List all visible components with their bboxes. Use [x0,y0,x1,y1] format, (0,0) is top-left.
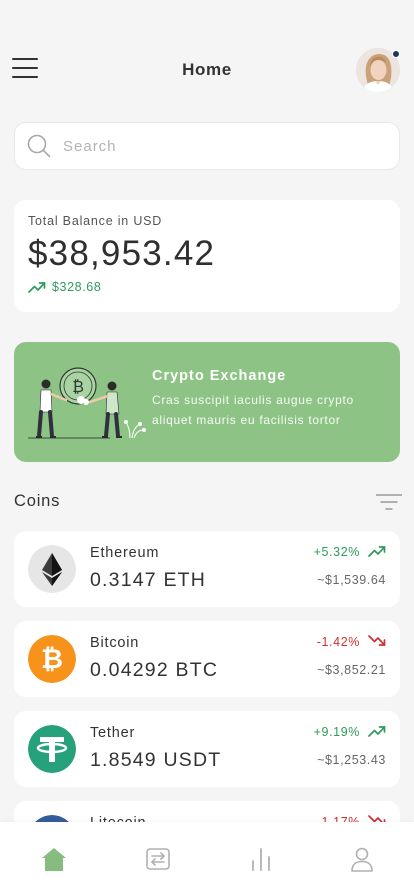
coin-amount: 0.04292 BTC [90,659,219,681]
header: Home [0,46,414,94]
search-input[interactable] [63,137,363,155]
section-title: Coins [14,492,61,510]
coin-card-ethereum[interactable]: Ethereum 0.3147 ETH +5.32% ~$1,539.64 [14,531,400,607]
tab-profile[interactable] [347,844,377,874]
crypto-exchange-banner[interactable]: ₿ Crypto Exchange Cras suscipit iaculis … [14,342,400,462]
profile-icon [351,847,373,872]
exchange-icon [146,848,170,870]
balance-change-value: $328.68 [52,280,102,294]
balance-label: Total Balance in USD [28,214,163,228]
tab-exchange[interactable] [143,844,173,874]
coin-card-bitcoin[interactable]: ₿ Bitcoin 0.04292 BTC -1.42% ~$3,852.21 [14,621,400,697]
page-title: Home [182,60,232,79]
svg-text:₿: ₿ [72,377,84,396]
banner-description: Cras suscipit iaculis augue crypto aliqu… [152,393,354,427]
notification-dot [392,50,400,58]
coin-usd-value: ~$1,253.43 [317,753,386,767]
tether-icon [28,725,76,773]
svg-text:₿: ₿ [41,644,63,675]
ethereum-icon [28,545,76,593]
banner-text: Crypto Exchange Cras suscipit iaculis au… [152,368,388,430]
coin-change: +5.32% [313,545,360,559]
coin-usd-value: ~$3,852.21 [317,663,386,677]
coin-name: Tether [90,725,136,741]
trend-down-icon [368,635,386,646]
tab-home[interactable] [39,844,69,874]
coin-amount: 0.3147 ETH [90,569,207,591]
trend-up-icon [28,282,46,293]
coin-change: -1.42% [316,635,360,649]
coin-name: Bitcoin [90,635,140,651]
trend-up-icon [368,726,386,737]
banner-title: Crypto Exchange [152,368,287,384]
chart-icon [252,848,270,871]
search-icon [27,134,51,158]
bottom-tab-bar [0,822,414,896]
balance-change: $328.68 [28,280,386,294]
coins-section-header: Coins [14,490,403,514]
home-icon [42,848,66,871]
balance-value: $38,953.42 [28,234,216,273]
trend-up-icon [368,546,386,557]
coin-amount: 1.8549 USDT [90,749,222,771]
coin-change: +9.19% [313,725,360,739]
coin-card-tether[interactable]: Tether 1.8549 USDT +9.19% ~$1,253.43 [14,711,400,787]
tab-statistics[interactable] [246,844,276,874]
balance-card: Total Balance in USD $38,953.42 $328.68 [14,200,400,312]
coin-name: Ethereum [90,545,160,561]
search-bar[interactable] [14,122,400,170]
bitcoin-icon: ₿ [28,635,76,683]
exchange-illustration: ₿ [28,367,146,439]
coin-usd-value: ~$1,539.64 [317,573,386,587]
filter-icon[interactable] [375,492,403,512]
